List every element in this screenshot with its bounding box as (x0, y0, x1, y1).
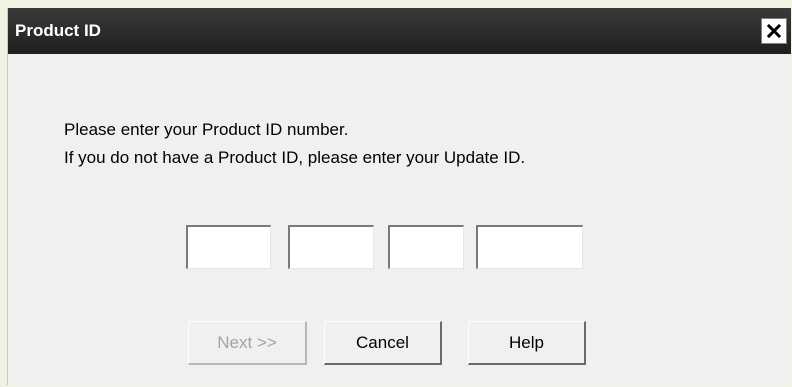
cancel-button[interactable]: Cancel (324, 321, 442, 365)
product-id-field-1[interactable] (186, 225, 271, 269)
screen-background: Product ID Please enter your Product ID … (0, 0, 792, 387)
next-button[interactable]: Next >> (188, 321, 307, 365)
product-id-field-4[interactable] (476, 225, 583, 269)
dialog-title: Product ID (15, 21, 101, 40)
dialog-titlebar[interactable]: Product ID (8, 8, 791, 54)
dialog-message: Please enter your Product ID number. If … (64, 116, 525, 172)
product-id-dialog: Product ID Please enter your Product ID … (7, 8, 791, 385)
close-icon (767, 24, 781, 38)
product-id-field-3[interactable] (388, 225, 464, 269)
help-button[interactable]: Help (468, 321, 586, 365)
product-id-field-2[interactable] (288, 225, 374, 269)
message-line-update-id: If you do not have a Product ID, please … (64, 148, 526, 167)
close-button[interactable] (761, 18, 787, 44)
message-line-product-id: Please enter your Product ID number. (64, 120, 349, 139)
